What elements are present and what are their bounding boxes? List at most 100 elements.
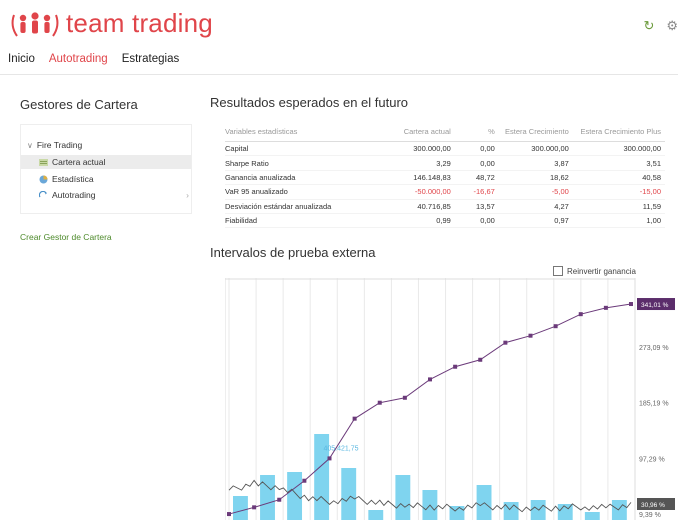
series-point <box>453 364 458 369</box>
tree-item-cartera-actual[interactable]: Cartera actual <box>21 155 191 169</box>
tree-item-estadistica[interactable]: Estadística <box>39 174 94 184</box>
table-cell: Fiabilidad <box>225 213 399 229</box>
table-cell: 40,58 <box>572 170 665 186</box>
portfolio-icon <box>39 158 48 166</box>
point-annotation: 405.421,75 <box>324 445 359 452</box>
intervals-title: Intervalos de prueba externa <box>210 245 376 260</box>
table-cell: 4,27 <box>498 199 573 214</box>
chart-bar <box>611 500 627 520</box>
column-header: Variables estadísticas <box>225 124 399 142</box>
tree-item-label: Estadística <box>52 174 94 184</box>
table-cell: 11,59 <box>572 199 665 214</box>
table-cell: 1,00 <box>572 213 665 229</box>
series-point <box>528 333 533 338</box>
table-row: VaR 95 anualizado -50.000,00 -16,67 -5,00 -1… <box>225 184 665 200</box>
table-cell: 0,00 <box>454 141 499 157</box>
y-tick-label: 97,29 % <box>639 456 665 463</box>
results-title: Resultados esperados en el futuro <box>210 95 409 110</box>
table-cell: 0,97 <box>498 213 573 229</box>
reinvest-checkbox[interactable]: Reinvertir ganancia <box>553 266 636 276</box>
series-point <box>327 456 332 461</box>
y-tick-label: 185,19 % <box>639 401 669 408</box>
table-cell: 300.000,00 <box>572 141 665 157</box>
chevron-down-icon[interactable]: ∨ <box>27 141 33 150</box>
table-row: Fiabilidad 0,99 0,00 0,97 1,00 <box>225 213 665 229</box>
table-cell: -50.000,00 <box>399 184 455 200</box>
logo[interactable]: team trading <box>8 8 213 39</box>
series-point <box>578 312 583 317</box>
sidebar-title: Gestores de Cartera <box>20 97 138 112</box>
chart-bar <box>584 512 600 520</box>
column-header: Estera Crecimiento <box>498 124 573 142</box>
table-cell: -5,00 <box>498 184 573 200</box>
table-cell: Desviación estándar anualizada <box>225 199 399 214</box>
chart-bar <box>368 510 384 520</box>
table-cell: VaR 95 anualizado <box>225 184 399 200</box>
tree-item-label: Autotrading <box>52 190 96 200</box>
gear-icon[interactable]: ⚙ <box>666 18 678 34</box>
last-value-label: 341,01 % <box>641 302 669 309</box>
table-header-row: Variables estadísticas Cartera actual % … <box>225 124 665 142</box>
series-point <box>352 416 357 421</box>
table-cell: Capital <box>225 141 399 157</box>
nav-inicio[interactable]: Inicio <box>8 53 35 65</box>
table-cell: 0,00 <box>454 213 499 229</box>
table-row: Sharpe Ratio 3,29 0,00 3,87 3,51 <box>225 155 665 171</box>
nav-divider <box>0 74 678 75</box>
nav-estrategias[interactable]: Estrategias <box>122 53 180 65</box>
series-point <box>302 478 307 483</box>
team-logo-icon <box>11 11 59 37</box>
tree-item-label: Fire Trading <box>36 140 83 150</box>
table-cell: 3,87 <box>498 155 573 171</box>
checkbox-box[interactable] <box>553 266 563 276</box>
portfolio-tree: ∨ Fire Trading Cartera actual Estadístic… <box>20 124 192 214</box>
y-tick-label: 273,09 % <box>639 345 669 352</box>
series-point <box>227 512 231 517</box>
chart-bar <box>341 468 357 520</box>
series-point <box>478 357 483 362</box>
tree-item-autotrading[interactable]: Autotrading › <box>39 190 189 200</box>
table-row: Capital 300.000,00 0,00 300.000,00 300.000,0… <box>225 141 665 157</box>
table-cell: 300.000,00 <box>399 141 455 157</box>
results-table: Variables estadísticas Cartera actual % … <box>225 124 665 229</box>
table-cell: 146.148,83 <box>399 170 455 186</box>
table-cell: 48,72 <box>454 170 499 186</box>
table-cell: 13,57 <box>454 199 499 214</box>
table-cell: -16,67 <box>454 184 499 200</box>
chart-bar <box>395 475 411 520</box>
column-header: % <box>454 124 499 142</box>
refresh-icon[interactable]: ↻ <box>643 18 654 34</box>
column-header: Estera Crecimiento Plus <box>572 124 665 142</box>
logo-text: team trading <box>66 8 213 38</box>
tree-item-label: Cartera actual <box>52 157 106 167</box>
series-point <box>428 377 432 382</box>
table-row: Desviación estándar anualizada 40.716,85 1… <box>225 199 665 214</box>
chevron-right-icon[interactable]: › <box>186 190 189 200</box>
table-cell: 18,62 <box>498 170 573 186</box>
series-point <box>553 324 558 329</box>
create-portfolio-manager-link[interactable]: Crear Gestor de Cartera <box>20 232 112 242</box>
chart-bar <box>233 496 248 520</box>
autotrading-icon <box>39 190 47 197</box>
series-point <box>503 340 508 345</box>
series-point <box>603 305 608 310</box>
reinvest-label: Reinvertir ganancia <box>567 266 636 276</box>
main-nav: Inicio Autotrading Estrategias <box>8 53 179 65</box>
series-point <box>277 497 282 502</box>
series-point <box>377 400 382 405</box>
table-cell: 300.000,00 <box>498 141 573 157</box>
chart-bar <box>287 472 303 520</box>
table-cell: 40.716,85 <box>399 199 455 214</box>
series-point <box>402 395 407 400</box>
tree-item-fire-trading[interactable]: ∨ Fire Trading <box>27 140 82 150</box>
external-test-chart: 405.421,75 273,09 % 185,19 % 97,29 % 9,39 % 3… <box>225 278 675 520</box>
table-cell: 0,00 <box>454 155 499 171</box>
nav-autotrading[interactable]: Autotrading <box>49 53 108 65</box>
table-cell: Ganancia anualizada <box>225 170 399 186</box>
column-header: Cartera actual <box>399 124 455 142</box>
pie-chart-icon <box>39 175 48 183</box>
y-tick-label: 9,39 % <box>639 512 661 519</box>
table-cell: 0,99 <box>399 213 455 229</box>
table-cell: 3,51 <box>572 155 665 171</box>
table-row: Ganancia anualizada 146.148,83 48,72 18,62 4… <box>225 170 665 186</box>
